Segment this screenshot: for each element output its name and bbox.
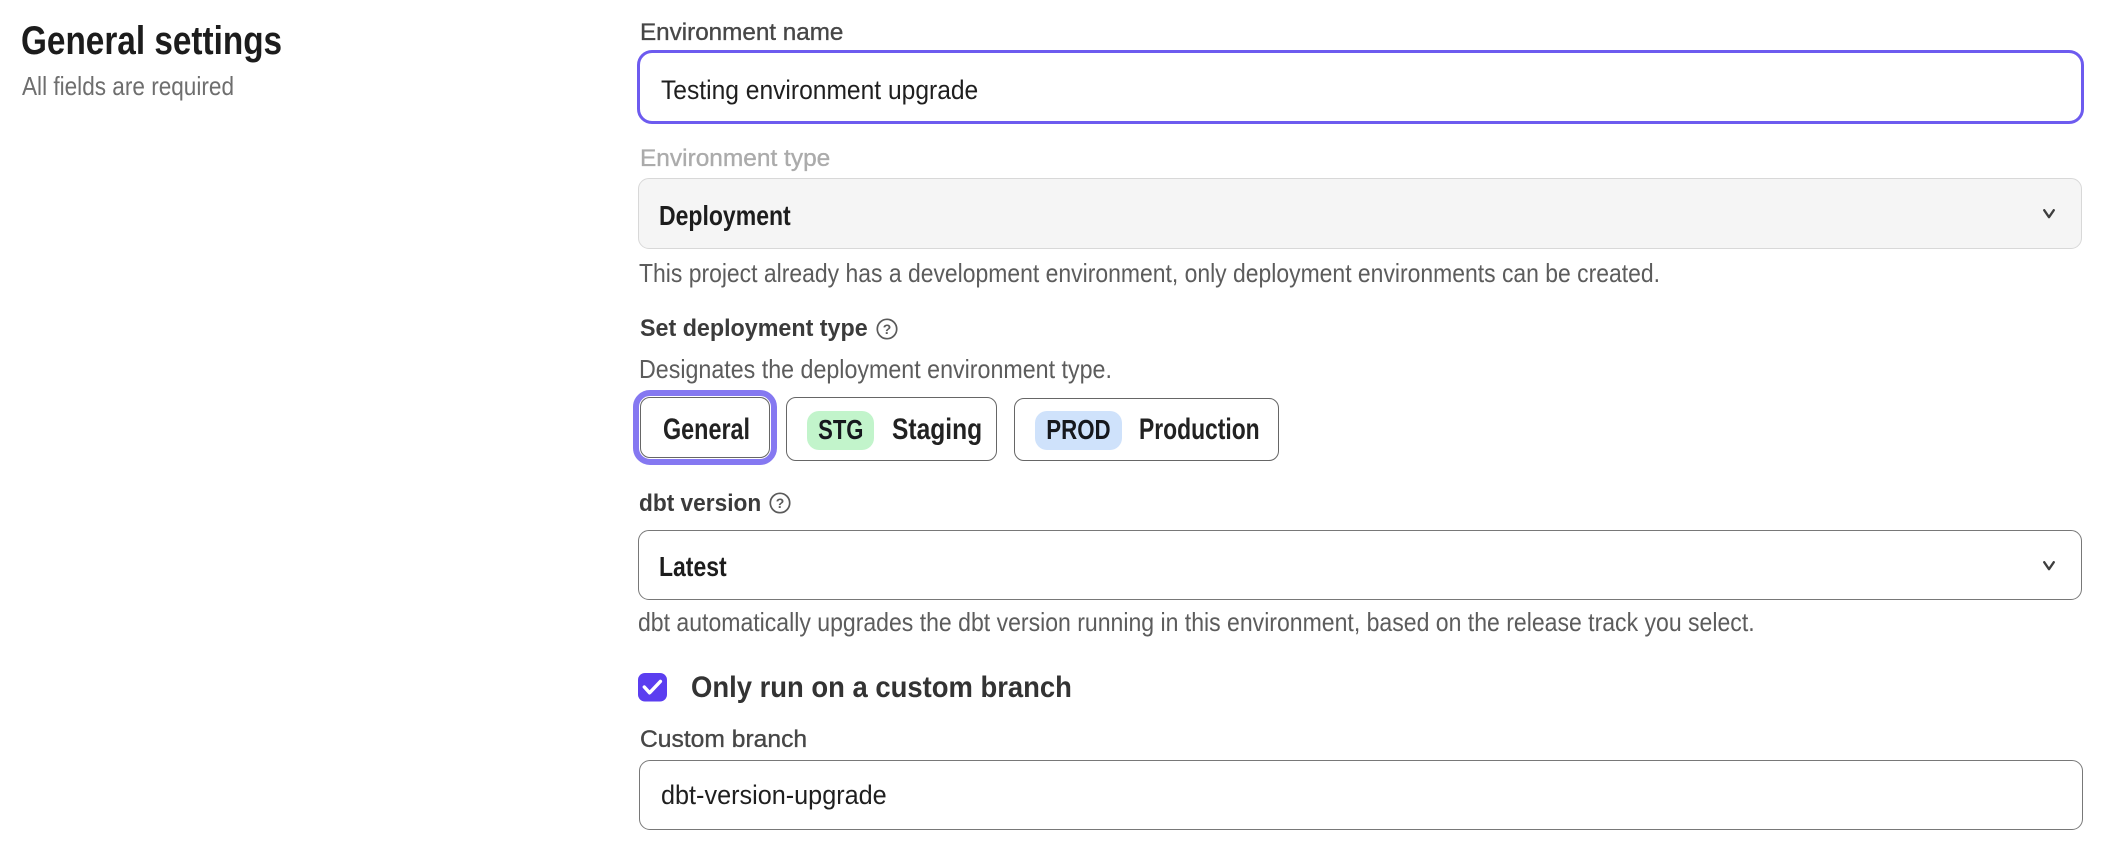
svg-text:?: ?: [883, 321, 892, 337]
svg-text:?: ?: [776, 495, 785, 511]
